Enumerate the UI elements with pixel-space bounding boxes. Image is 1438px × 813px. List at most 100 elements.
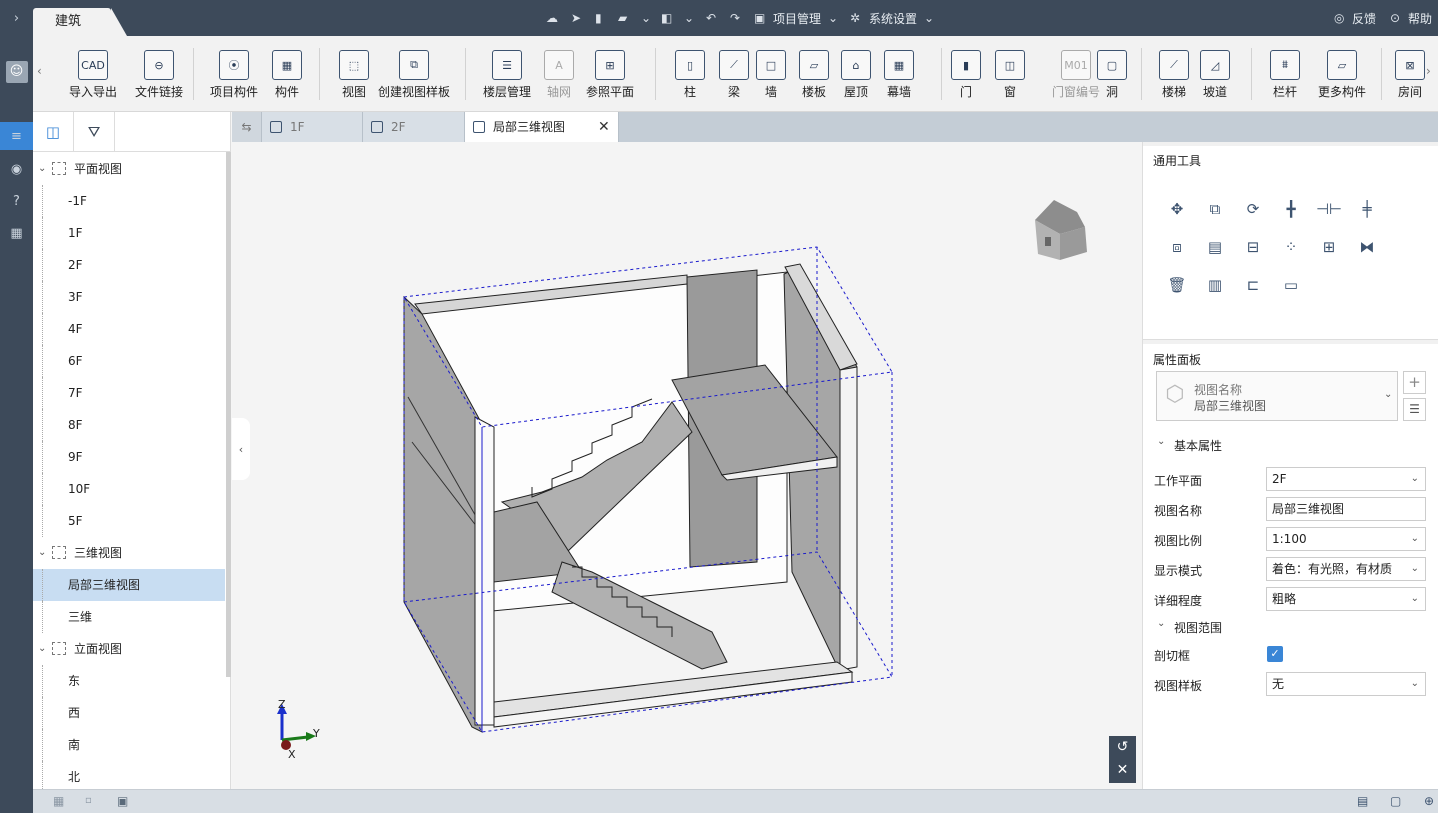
split-icon[interactable]: ⊣⊢ [1316, 198, 1342, 220]
tree-item[interactable]: 2F [33, 249, 225, 281]
duplicate-icon[interactable]: ⧈ [1166, 236, 1188, 258]
chevron-down-icon[interactable]: ⌄ [924, 11, 934, 25]
measure-icon[interactable]: ▭ [1280, 274, 1302, 296]
chevron-down-icon[interactable]: ⌄ [38, 633, 46, 665]
3d-box-icon[interactable]: ▥ [1204, 274, 1226, 296]
redo-icon[interactable]: ↷ [730, 11, 740, 25]
ribbon-button[interactable]: ⧉ 创建视图样板 [378, 50, 450, 100]
ribbon-button[interactable]: ◿ 坡道 [1200, 50, 1230, 100]
undo-icon[interactable]: ↶ [706, 11, 716, 25]
ribbon-button[interactable]: ▦ 构件 [272, 50, 302, 100]
range-section-header[interactable]: 视图范围 [1174, 619, 1222, 636]
package-icon[interactable]: ◧ [661, 11, 672, 25]
ribbon-button[interactable]: ▢ 洞 [1097, 50, 1127, 100]
copy-icon[interactable]: ⧉ [1204, 198, 1226, 220]
3d-viewport[interactable]: Z Y X ↺ ✕ [232, 142, 1142, 789]
folder-icon[interactable]: ▰ [618, 11, 627, 25]
tree-item[interactable]: 1F [33, 217, 225, 249]
align-icon[interactable]: ▤ [1204, 236, 1226, 258]
group-icon[interactable]: ⊞ [1318, 236, 1340, 258]
view-window-icon[interactable]: ▤ [1357, 794, 1368, 808]
prop-input[interactable]: 局部三维视图 [1266, 497, 1426, 521]
panel-toggle-icon[interactable]: ◫ [33, 112, 74, 152]
tree-item[interactable]: 西 [33, 697, 225, 729]
trim-icon[interactable]: ╋ [1280, 198, 1302, 220]
ribbon-button[interactable]: ⩩ 栏杆 [1270, 50, 1300, 100]
tree-item[interactable]: 10F [33, 473, 225, 505]
tree-item[interactable]: 5F [33, 505, 225, 537]
ribbon-button[interactable]: ▮ 门 [951, 50, 981, 100]
ribbon-button[interactable]: ▦ 幕墙 [884, 50, 914, 100]
tree-item[interactable]: 6F [33, 345, 225, 377]
ribbon-button[interactable]: ▯ 柱 [675, 50, 705, 100]
chevron-down-icon[interactable]: ⌄ [828, 11, 838, 25]
ribbon-button[interactable]: ⟋ 梁 [719, 50, 749, 100]
tree-item[interactable]: 3F [33, 281, 225, 313]
ribbon-button[interactable]: ⊞ 参照平面 [586, 50, 634, 100]
filter-icon[interactable]: ⛛ [74, 112, 115, 152]
prop-select[interactable]: 1:100 ⌄ [1266, 527, 1426, 551]
ribbon-button[interactable]: ⟋ 楼梯 [1159, 50, 1189, 100]
help-button[interactable]: 帮助 [1408, 10, 1432, 27]
tree-group[interactable]: ⌄ 立面视图 [33, 633, 225, 665]
delete-icon[interactable]: 🗑 [1166, 274, 1188, 296]
tree-scrollbar[interactable] [226, 152, 231, 677]
ribbon-button[interactable]: ▱ 更多构件 [1318, 50, 1366, 100]
ribbon-button[interactable]: ◫ 窗 [995, 50, 1025, 100]
tree-item[interactable]: 7F [33, 377, 225, 409]
ribbon-button[interactable]: ▱ 楼板 [799, 50, 829, 100]
chevron-down-icon[interactable]: ⌄ [38, 537, 46, 569]
move-icon[interactable]: ✥ [1166, 198, 1188, 220]
ribbon-button[interactable]: ⊠ 房间 [1395, 50, 1425, 100]
extend-icon[interactable]: ╪ [1356, 198, 1378, 220]
ribbon-button[interactable]: ⌂ 屋顶 [841, 50, 871, 100]
prop-select[interactable]: 着色：有光照，有材质 ⌄ [1266, 557, 1426, 581]
tree-item[interactable]: 南 [33, 729, 225, 761]
section-box-checkbox[interactable]: ✓ [1267, 646, 1283, 662]
view-cube-icon[interactable] [1035, 200, 1087, 260]
mirror-icon[interactable]: ⧓ [1356, 236, 1378, 258]
module-tab-architecture[interactable]: 建筑 [33, 8, 127, 36]
building-model[interactable] [232, 142, 1142, 789]
add-type-icon[interactable]: + [1403, 371, 1426, 394]
question-icon[interactable]: ? [0, 187, 33, 215]
ribbon-button[interactable]: M01 门窗编号 [1052, 50, 1100, 100]
tree-item[interactable]: 东 [33, 665, 225, 697]
save-icon[interactable]: ▮ [595, 11, 602, 25]
ribbon-button[interactable]: ⬚ 视图 [339, 50, 369, 100]
single-layout-icon[interactable]: ▫ [85, 795, 92, 806]
tab-list-icon[interactable]: ⇆ [232, 112, 262, 142]
collapse-panel-chevron-icon[interactable]: ‹ [232, 418, 250, 480]
ribbon-button[interactable]: □ 墙 [756, 50, 786, 100]
type-selector[interactable]: ⬡ 视图名称 局部三维视图 ⌄ [1156, 371, 1398, 421]
tree-item[interactable]: 局部三维视图 [33, 569, 225, 601]
tree-item[interactable]: 8F [33, 409, 225, 441]
ribbon-button[interactable]: A 轴网 [544, 50, 574, 100]
user-avatar-icon[interactable]: ☺ [0, 58, 33, 86]
close-section-icon[interactable]: ✕ [1109, 759, 1136, 782]
close-tab-icon[interactable]: ✕ [598, 112, 610, 142]
pin-icon[interactable]: ⊏ [1242, 274, 1264, 296]
array-icon[interactable]: ⁘ [1280, 236, 1302, 258]
dropdown-arrow-icon[interactable]: ⌄ [641, 11, 651, 25]
cloud-icon[interactable]: ☁ [546, 11, 558, 25]
tree-item[interactable]: 北 [33, 761, 225, 789]
tree-item[interactable]: 4F [33, 313, 225, 345]
tab-1f[interactable]: 1F [262, 112, 363, 142]
settings-menu[interactable]: 系统设置 [869, 10, 917, 27]
tree-item[interactable]: 三维 [33, 601, 225, 633]
ribbon-scroll-left-icon[interactable]: ‹ [37, 64, 42, 78]
apps-grid-icon[interactable]: ▦ [0, 219, 33, 247]
tab-local-3d-view[interactable]: 局部三维视图 ✕ [465, 112, 619, 142]
ribbon-scroll-right-icon[interactable]: › [1426, 64, 1431, 78]
project-menu[interactable]: 项目管理 [773, 10, 821, 27]
ribbon-button[interactable]: ☰ 楼层管理 [483, 50, 531, 100]
ribbon-button[interactable]: CAD 导入导出 [69, 50, 117, 100]
tree-item[interactable]: 9F [33, 441, 225, 473]
type-settings-icon[interactable]: ☰ [1403, 398, 1426, 421]
chevron-down-icon[interactable]: ⌄ [1157, 436, 1165, 447]
tree-item[interactable]: -1F [33, 185, 225, 217]
chevron-down-icon[interactable]: ⌄ [1157, 618, 1165, 629]
frame-icon[interactable]: ▢ [1390, 794, 1401, 808]
view-template-select[interactable]: 无 ⌄ [1266, 672, 1426, 696]
